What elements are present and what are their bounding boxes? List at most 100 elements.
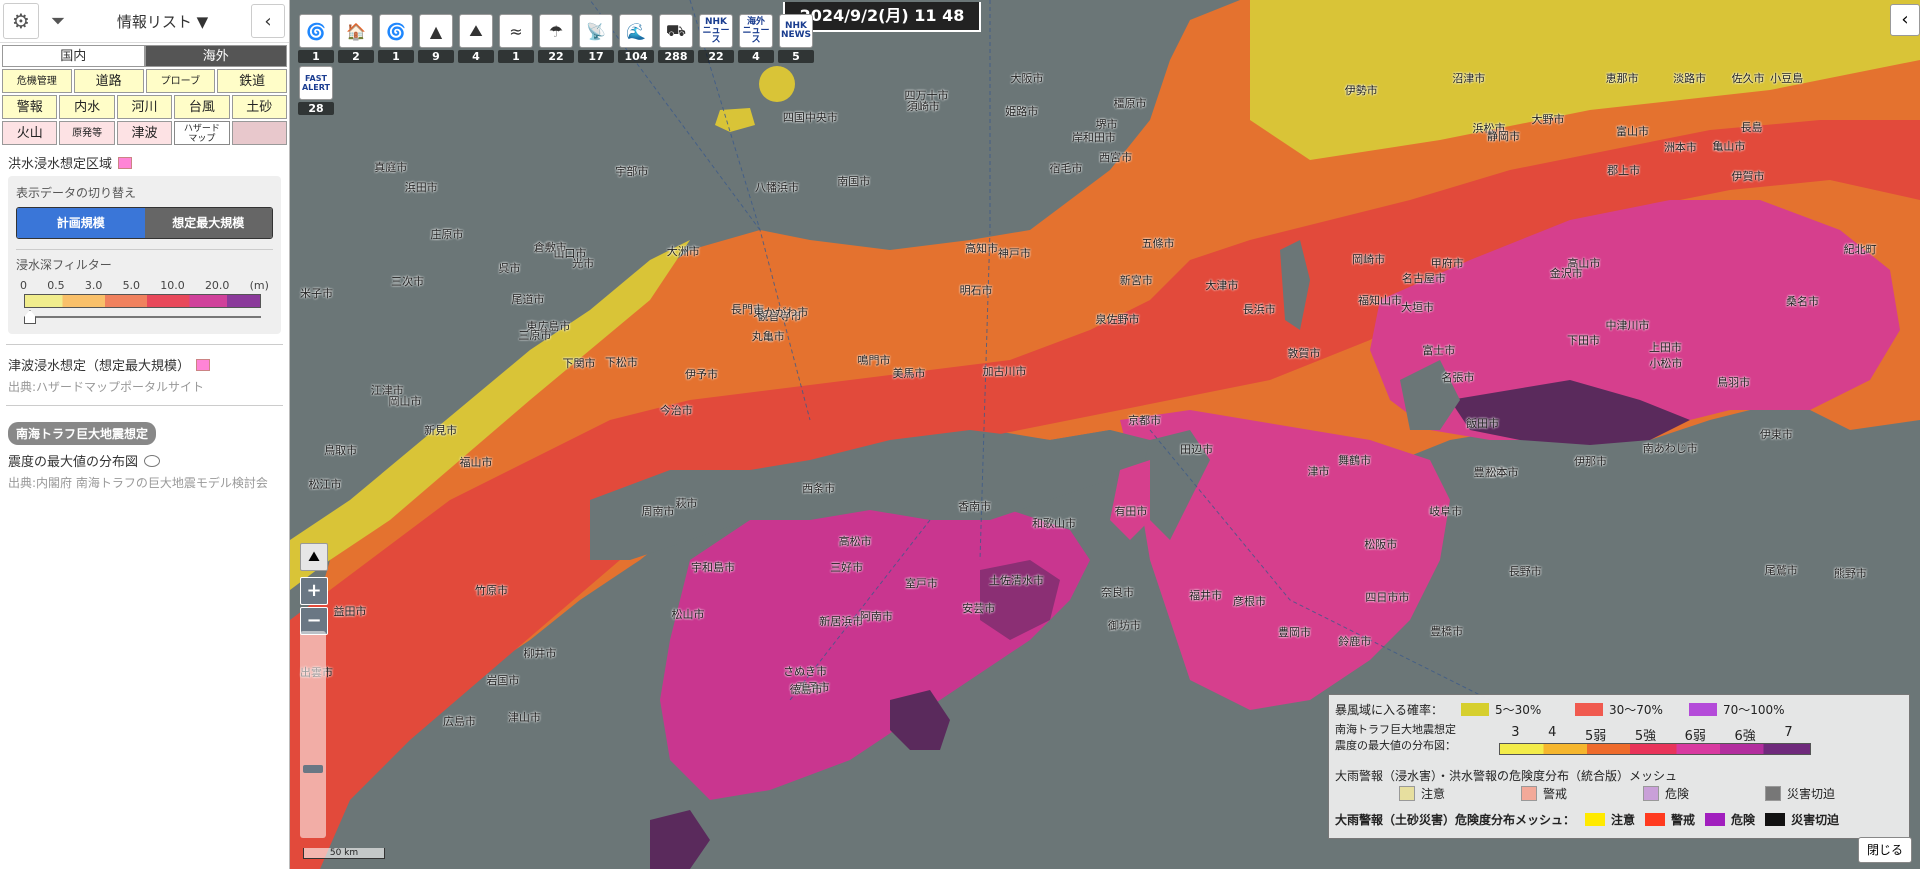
city-label: 津市 — [1307, 465, 1330, 479]
storm-item-3: 70〜100% — [1723, 703, 1785, 717]
depth-ticks: 0 0.5 3.0 5.0 10.0 20.0 (m) — [16, 279, 273, 292]
toolbar-item[interactable]: 🌀 1 — [298, 14, 334, 63]
typhoon-icon[interactable]: 🌀 — [379, 14, 413, 48]
road-icon[interactable]: ⛟ — [659, 14, 693, 48]
tsunami-icon[interactable]: 🌊 — [619, 14, 653, 48]
cat-inland-water[interactable]: 内水 — [59, 95, 115, 119]
flood-house-icon[interactable]: 🏠 — [339, 14, 373, 48]
hazard-map[interactable]: 松江市米子市鳥取市出雲市江津市益田市浜田市三次市庄原市新見市真庭市津山市岡山市倉… — [290, 0, 1920, 869]
cat-sediment[interactable]: 土砂 — [231, 95, 287, 119]
city-label: 香南市 — [958, 499, 992, 513]
collapse-map-panel-button[interactable]: ‹ — [1890, 4, 1920, 36]
intensity-ticks: 3 4 5弱 5強 6弱 6強 7 — [1497, 725, 1807, 744]
rain-swatch — [1399, 786, 1415, 801]
gear-icon[interactable]: ⚙ — [3, 3, 39, 39]
antenna-icon[interactable]: 📡 — [579, 14, 613, 48]
city-label: 尾鷲市 — [1764, 564, 1798, 578]
city-label: 沼津市 — [1452, 72, 1486, 85]
tab-overseas[interactable]: 海外 — [144, 45, 287, 67]
layer-switch-icon[interactable]: ⛰ — [300, 543, 328, 571]
city-label: 桑名市 — [1785, 295, 1819, 309]
filter-icon[interactable]: ⏷ — [42, 11, 74, 32]
city-label: 米子市 — [300, 287, 333, 301]
eye-icon[interactable] — [144, 454, 161, 467]
nankai-badge: 南海トラフ巨大地震想定 — [8, 422, 157, 445]
toolbar-item[interactable]: ⛟ 288 — [658, 14, 694, 63]
max-scale-button[interactable]: 想定最大規模 — [144, 208, 272, 238]
city-label: 丸亀市 — [751, 330, 785, 344]
cat-nuclear[interactable]: 原発等 — [59, 121, 115, 145]
layer-remove-icon[interactable] — [118, 156, 133, 169]
city-label: 竹原市 — [475, 583, 509, 597]
cat-railway[interactable]: 鉄道 — [217, 69, 287, 93]
typhoon-icon[interactable]: 🌀 — [299, 14, 333, 48]
toolbar-item[interactable]: ☂ 22 — [538, 14, 574, 63]
cat-typhoon[interactable]: 台風 — [174, 95, 230, 119]
cat-crisis-management[interactable]: 危機管理 — [2, 69, 72, 93]
city-label: 広島市 — [442, 715, 476, 729]
toolbar-count: 1 — [378, 50, 414, 63]
city-label: 郡上市 — [1607, 164, 1641, 178]
city-label: 岩国市 — [486, 673, 520, 687]
close-legend-button[interactable]: 閉じる — [1858, 837, 1912, 863]
toolbar-item[interactable]: ≈1 — [498, 14, 534, 63]
landslide-swatch — [1765, 813, 1786, 826]
toolbar-item[interactable]: NHK NEWS 5 — [778, 14, 814, 63]
collapse-sidebar-button[interactable]: ‹ — [251, 4, 285, 38]
cat-warning[interactable]: 警報 — [2, 95, 58, 119]
toolbar-item[interactable]: NHK ニュース 22 — [698, 14, 734, 63]
flood-title-text: 洪水浸水想定区域 — [8, 157, 113, 172]
toolbar-item[interactable]: 🌀 1 — [378, 14, 414, 63]
planned-scale-button[interactable]: 計画規模 — [17, 208, 145, 238]
divider — [6, 405, 283, 406]
depth-tick: 5.0 — [122, 279, 141, 292]
nhk-news-en-icon[interactable]: NHK NEWS — [779, 14, 813, 48]
scale-toggle: 計画規模 想定最大規模 — [16, 207, 273, 239]
cat-empty — [231, 121, 287, 145]
cat-tsunami[interactable]: 津波 — [116, 121, 173, 145]
depth-tick: 3.0 — [84, 279, 103, 292]
city-label: 飯田市 — [1466, 417, 1500, 431]
toolbar-item[interactable]: 🏠 2 — [338, 14, 374, 63]
region-tabs: 国内 海外 — [2, 45, 287, 67]
cat-river[interactable]: 河川 — [116, 95, 173, 119]
city-label: 八幡浜市 — [754, 181, 799, 195]
city-label: 新居浜市 — [819, 614, 864, 628]
fast-alert-icon[interactable]: FAST ALERT — [299, 66, 333, 100]
city-label: 泉佐野市 — [1095, 312, 1140, 326]
rain-icon[interactable]: ☂ — [539, 14, 573, 48]
info-list-dropdown[interactable]: 情報リスト ▼ — [74, 11, 251, 32]
city-label: 高松市 — [838, 535, 872, 549]
toolbar-item[interactable]: 🌊 104 — [618, 14, 654, 63]
toolbar-item[interactable]: ⛰ 4 — [458, 14, 494, 63]
cat-volcano[interactable]: 火山 — [2, 121, 58, 145]
city-label: 長野市 — [1508, 565, 1542, 579]
nhk-news-icon[interactable]: NHK ニュース — [699, 14, 733, 48]
landslide-icon[interactable]: ⛰ — [459, 14, 493, 48]
city-label: 柳井市 — [523, 647, 557, 661]
city-label: 四万十市 — [904, 89, 949, 103]
toolbar-item[interactable]: 海外 ニュース 4 — [738, 14, 774, 63]
rain-legend-title: 大雨警報（浸水害）・洪水警報の危険度分布（統合版）メッシュ — [1335, 769, 1678, 783]
rain-swatch — [1765, 786, 1781, 801]
toolbar-item[interactable]: 📡 17 — [578, 14, 614, 63]
cat-hazard-map[interactable]: ハザード マップ — [174, 121, 230, 145]
zoom-slider[interactable] — [300, 631, 326, 838]
overseas-news-icon[interactable]: 海外 ニュース — [739, 14, 773, 48]
zoom-in-button[interactable]: + — [300, 577, 328, 605]
fast-alert-item[interactable]: FAST ALERT 28 — [298, 66, 334, 115]
toolbar-item[interactable]: ▲ 9 — [418, 14, 454, 63]
river-icon[interactable]: ≈ — [499, 14, 533, 48]
cat-probe[interactable]: プローブ — [145, 69, 216, 93]
slider-handle[interactable] — [24, 310, 36, 324]
storm-swatch-1 — [1461, 703, 1489, 716]
volcano-icon[interactable]: ▲ — [419, 14, 453, 48]
display-switch-label: 表示データの切り替え — [16, 186, 137, 200]
depth-filter-slider[interactable] — [24, 310, 261, 324]
layer-remove-icon[interactable] — [196, 358, 211, 371]
zoom-slider-handle[interactable] — [303, 765, 323, 773]
cat-road[interactable]: 道路 — [73, 69, 144, 93]
tab-domestic[interactable]: 国内 — [2, 45, 145, 67]
panel-divider — [16, 249, 273, 250]
city-label: 中津川市 — [1605, 318, 1650, 332]
